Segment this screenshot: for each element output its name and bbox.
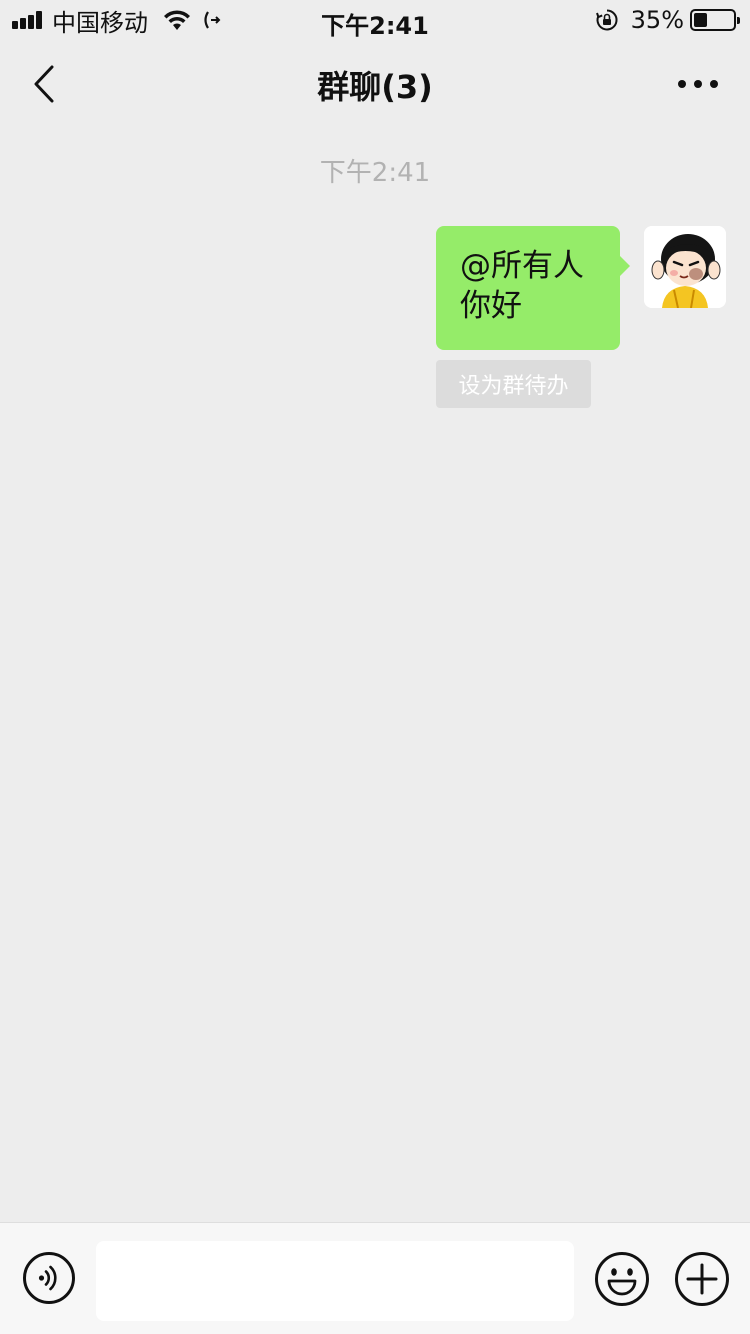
input-bar	[0, 1222, 750, 1334]
message-input[interactable]	[96, 1241, 574, 1321]
battery-icon	[690, 9, 740, 31]
set-group-todo-button[interactable]: 设为群待办	[436, 360, 591, 408]
message-line-2: 你好	[460, 288, 522, 324]
rotation-lock-icon	[595, 9, 618, 31]
message-bubble[interactable]: @所有人 你好	[436, 226, 630, 350]
emoji-icon[interactable]	[594, 1251, 650, 1307]
more-button[interactable]	[672, 64, 724, 104]
message-timestamp: 下午2:41	[319, 158, 431, 188]
voice-icon[interactable]	[22, 1251, 76, 1305]
more-dot	[694, 80, 702, 88]
nav-bar: 群聊(3)	[0, 40, 750, 128]
avatar-icon	[644, 226, 726, 308]
battery-fill	[694, 13, 708, 27]
more-dots-icon	[678, 80, 686, 88]
page-title: 群聊(3)	[317, 68, 433, 106]
battery-cap	[737, 17, 740, 24]
battery-percent: 35%	[630, 6, 684, 34]
status-right: 35%	[595, 6, 740, 34]
message-line-1: @所有人	[460, 248, 584, 284]
chat-screen: 中国移动 下午2:41 35% 群聊(3) 下午2:41 @所有人 你好 设为群…	[0, 0, 750, 1334]
more-dot	[710, 80, 718, 88]
status-bar: 中国移动 下午2:41 35%	[0, 0, 750, 40]
avatar[interactable]	[644, 226, 726, 308]
plus-icon[interactable]	[674, 1251, 730, 1307]
